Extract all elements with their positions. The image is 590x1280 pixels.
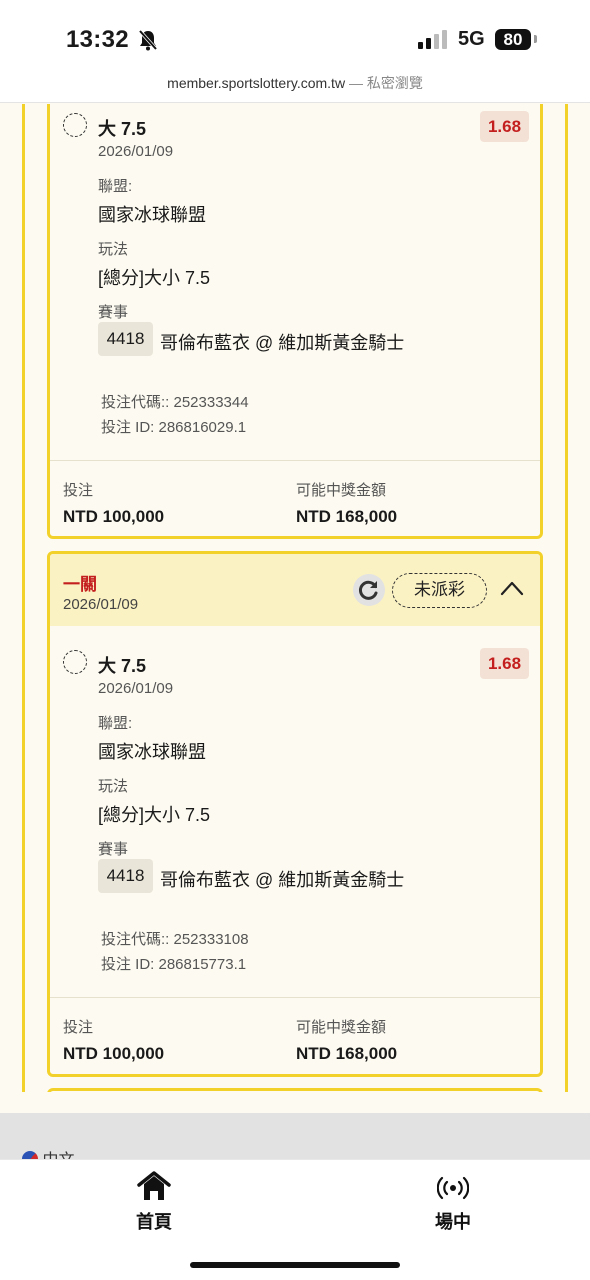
tab-live-label: 場中 — [435, 1212, 471, 1232]
selection-row: 大 7.5 1.68 2026/01/09 聯盟: 國家冰球聯盟 玩法 [總分]… — [50, 104, 540, 536]
event-name: 哥倫布藍衣 @ 維加斯黃金騎士 — [160, 333, 405, 353]
pending-circle-icon — [63, 650, 87, 674]
status-badge: 未派彩 — [392, 573, 487, 608]
home-icon — [137, 1171, 171, 1200]
signal-icon — [418, 30, 447, 49]
odds-badge: 1.68 — [480, 111, 529, 142]
home-indicator[interactable] — [190, 1262, 400, 1268]
payout-value: NTD 168,000 — [296, 507, 398, 526]
selection-name: 大 7.5 — [98, 656, 147, 676]
bet-card: 一關 2026/01/09 未派彩 大 7.5 1.68 2026/01/09 … — [47, 551, 543, 1077]
bet-id: 投注 ID: 286816029.1 — [101, 419, 247, 436]
live-broadcast-icon — [437, 1176, 469, 1200]
taiwan-flag-icon — [22, 1151, 38, 1159]
refresh-button[interactable] — [353, 574, 385, 606]
battery-tip — [534, 35, 537, 43]
event-label: 賽事 — [98, 841, 129, 858]
play-label: 玩法 — [98, 241, 129, 258]
bet-card: 大 7.5 1.68 2026/01/09 聯盟: 國家冰球聯盟 玩法 [總分]… — [47, 104, 543, 539]
play-value: [總分]大小 7.5 — [98, 805, 211, 825]
language-selector[interactable]: 中文 ⌄ — [0, 1113, 590, 1159]
private-mode-label: 私密瀏覽 — [366, 75, 423, 91]
battery-icon: 80 — [495, 29, 531, 50]
event-label: 賽事 — [98, 304, 129, 321]
stake-label: 投注 — [63, 1019, 94, 1036]
card-divider — [50, 460, 540, 461]
tab-live[interactable]: 場中 — [393, 1174, 513, 1234]
event-name: 哥倫布藍衣 @ 維加斯黃金騎士 — [160, 870, 405, 890]
play-value: [總分]大小 7.5 — [98, 268, 211, 288]
bet-date: 2026/01/09 — [63, 596, 139, 613]
bet-code: 投注代碼:: 252333344 — [101, 394, 249, 411]
url-text: member.sportslottery.com.tw — [167, 75, 346, 91]
event-id-badge: 4418 — [98, 322, 153, 356]
bet-card-next — [47, 1088, 543, 1092]
selection-date: 2026/01/09 — [98, 680, 174, 697]
network-type: 5G — [458, 28, 485, 50]
league-value: 國家冰球聯盟 — [98, 205, 206, 225]
league-label: 聯盟: — [98, 178, 133, 195]
stake-label: 投注 — [63, 482, 94, 499]
stake-value: NTD 100,000 — [63, 507, 165, 526]
selection-name: 大 7.5 — [98, 119, 147, 139]
chevron-up-icon[interactable] — [500, 580, 524, 596]
league-label: 聯盟: — [98, 715, 133, 732]
language-label: 中文 — [42, 1152, 74, 1159]
odds-badge: 1.68 — [480, 648, 529, 679]
card-divider — [50, 997, 540, 998]
browser-url-bar[interactable]: member.sportslottery.com.tw — 私密瀏覽 — [0, 70, 590, 103]
bet-type-title: 一關 — [63, 575, 97, 594]
payout-label: 可能中獎金額 — [296, 482, 387, 499]
tab-home-label: 首頁 — [136, 1212, 172, 1232]
payout-label: 可能中獎金額 — [296, 1019, 387, 1036]
clock: 13:32 — [66, 26, 129, 53]
selection-row: 大 7.5 1.68 2026/01/09 聯盟: 國家冰球聯盟 玩法 [總分]… — [50, 626, 540, 1074]
league-value: 國家冰球聯盟 — [98, 742, 206, 762]
play-label: 玩法 — [98, 778, 129, 795]
status-bar: 13:32 5G 80 — [0, 0, 590, 70]
url-separator: — — [348, 75, 363, 91]
selection-date: 2026/01/09 — [98, 143, 174, 160]
bet-list[interactable]: 大 7.5 1.68 2026/01/09 聯盟: 國家冰球聯盟 玩法 [總分]… — [0, 104, 590, 1092]
chevron-down-icon: ⌄ — [79, 1152, 92, 1159]
card-header[interactable]: 一關 2026/01/09 未派彩 — [50, 554, 540, 626]
tab-home[interactable]: 首頁 — [94, 1170, 214, 1234]
refresh-icon — [358, 580, 378, 600]
stake-value: NTD 100,000 — [63, 1044, 165, 1063]
bet-code: 投注代碼:: 252333108 — [101, 931, 249, 948]
bell-slash-icon — [138, 29, 158, 51]
payout-value: NTD 168,000 — [296, 1044, 398, 1063]
pending-circle-icon — [63, 113, 87, 137]
event-id-badge: 4418 — [98, 859, 153, 893]
bet-id: 投注 ID: 286815773.1 — [101, 956, 247, 973]
